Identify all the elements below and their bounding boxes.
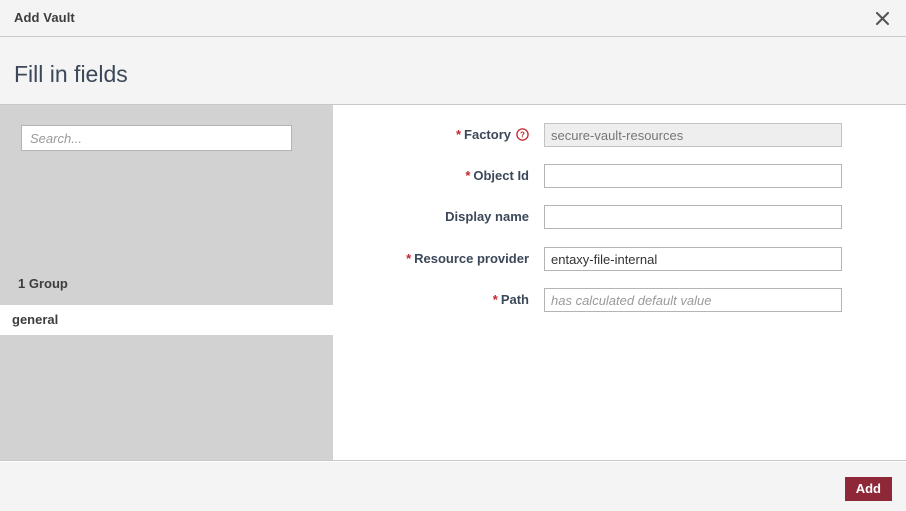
field-form: *Factory? *Object Id Display name: [333, 105, 906, 460]
path-field[interactable]: [544, 288, 842, 312]
factory-field: [544, 123, 842, 147]
label-object-id-text: Object Id: [473, 168, 529, 183]
label-factory-text: Factory: [464, 127, 511, 142]
label-resource-provider-text: Resource provider: [414, 251, 529, 266]
dialog-body: 1 Group general *Factory? *Object Id: [0, 105, 906, 461]
group-sidebar: 1 Group general: [0, 105, 333, 460]
dialog-footer: Add: [0, 462, 906, 511]
add-vault-dialog: Add Vault Fill in fields 1 Group general: [0, 0, 906, 511]
page-title: Fill in fields: [14, 61, 128, 88]
resource-provider-field[interactable]: [544, 247, 842, 271]
label-path-text: Path: [501, 292, 529, 307]
form-row-display-name: Display name: [333, 205, 906, 229]
close-button[interactable]: [858, 0, 906, 36]
add-button[interactable]: Add: [845, 477, 892, 501]
dialog-title: Add Vault: [14, 10, 75, 25]
svg-text:?: ?: [520, 131, 525, 140]
label-factory: *Factory?: [333, 123, 529, 149]
search-input[interactable]: [21, 125, 292, 151]
required-indicator: *: [456, 127, 461, 142]
display-name-field[interactable]: [544, 205, 842, 229]
form-row-path: *Path: [333, 288, 906, 312]
object-id-field[interactable]: [544, 164, 842, 188]
form-row-object-id: *Object Id: [333, 164, 906, 188]
label-object-id: *Object Id: [333, 164, 529, 188]
search-container: [21, 125, 292, 151]
dialog-titlebar: Add Vault: [0, 0, 906, 37]
label-path: *Path: [333, 288, 529, 312]
label-display-name: Display name: [333, 205, 529, 229]
step-header: Fill in fields: [0, 37, 906, 105]
required-indicator: *: [465, 168, 470, 183]
label-resource-provider: *Resource provider: [333, 247, 529, 271]
label-display-name-text: Display name: [445, 209, 529, 224]
required-indicator: *: [406, 251, 411, 266]
required-indicator: *: [493, 292, 498, 307]
group-count-label: 1 Group: [18, 276, 68, 291]
close-icon: [875, 11, 890, 26]
form-row-factory: *Factory?: [333, 123, 906, 147]
help-circle-icon[interactable]: ?: [516, 125, 529, 149]
group-list: general: [0, 305, 333, 335]
sidebar-item-label: general: [12, 312, 58, 327]
sidebar-item-general[interactable]: general: [0, 305, 333, 335]
form-row-resource-provider: *Resource provider: [333, 247, 906, 271]
